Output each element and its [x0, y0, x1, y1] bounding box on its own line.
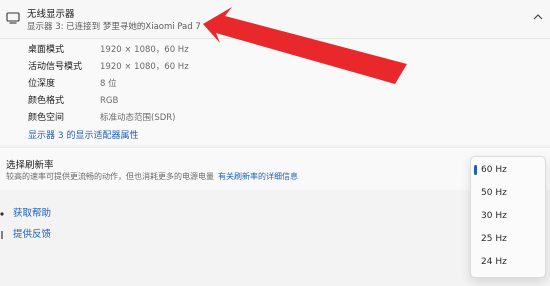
display-adapter-properties-link[interactable]: 显示器 3 的显示适配器属性	[28, 128, 138, 141]
help-icon	[0, 212, 4, 216]
feedback-icon	[1, 231, 3, 239]
detail-value: 8 位	[100, 79, 117, 89]
display-subtitle: 显示器 3: 已连接到 梦里寻她的Xiaomi Pad 7	[27, 22, 201, 32]
refresh-option-label: 60 Hz	[481, 165, 507, 175]
detail-value: 标准动态范围(SDR)	[100, 113, 176, 123]
give-feedback-label: 提供反馈	[13, 229, 52, 240]
refresh-rate-description-text: 较高的速率可提供更流畅的动作，但也消耗更多的电源电量	[6, 172, 214, 181]
detail-label: 桌面模式	[28, 45, 65, 55]
detail-label: 活动信号模式	[28, 62, 83, 72]
refresh-option-label: 30 Hz	[481, 211, 507, 221]
refresh-option-label: 24 Hz	[481, 257, 507, 267]
detail-value: RGB	[100, 96, 119, 106]
detail-label: 位深度	[28, 79, 56, 89]
refresh-option-label: 25 Hz	[481, 234, 507, 244]
refresh-rate-title: 选择刷新率	[6, 160, 54, 171]
detail-value: 1920 × 1080，60 Hz	[100, 45, 189, 55]
refresh-rate-description: 较高的速率可提供更流畅的动作，但也消耗更多的电源电量 有关刷新率的详细信息	[6, 171, 298, 182]
wireless-display-header[interactable]: 无线显示器 显示器 3: 已连接到 梦里寻她的Xiaomi Pad 7	[0, 0, 550, 39]
detail-value: 1920 × 1080，60 Hz	[100, 62, 189, 72]
chevron-up-icon[interactable]	[533, 13, 543, 21]
refresh-option-25hz[interactable]: 25 Hz	[471, 228, 545, 250]
refresh-rate-section: 选择刷新率 较高的速率可提供更流畅的动作，但也消耗更多的电源电量 有关刷新率的详细…	[0, 147, 550, 190]
refresh-rate-dropdown[interactable]: 60 Hz 50 Hz 30 Hz 25 Hz 24 Hz	[470, 156, 546, 278]
display-details: 桌面模式 1920 × 1080，60 Hz 活动信号模式 1920 × 108…	[0, 39, 550, 145]
detail-label: 颜色空间	[28, 113, 65, 123]
refresh-rate-info-link[interactable]: 有关刷新率的详细信息	[218, 172, 298, 181]
refresh-option-30hz[interactable]: 30 Hz	[471, 205, 545, 227]
detail-label: 颜色格式	[28, 96, 65, 106]
refresh-option-24hz[interactable]: 24 Hz	[471, 251, 545, 273]
display-title: 无线显示器	[27, 9, 75, 20]
get-help-label: 获取帮助	[13, 208, 52, 219]
monitor-icon	[6, 12, 20, 24]
refresh-option-50hz[interactable]: 50 Hz	[471, 182, 545, 204]
refresh-option-label: 50 Hz	[481, 188, 507, 198]
refresh-option-60hz[interactable]: 60 Hz	[471, 159, 545, 181]
